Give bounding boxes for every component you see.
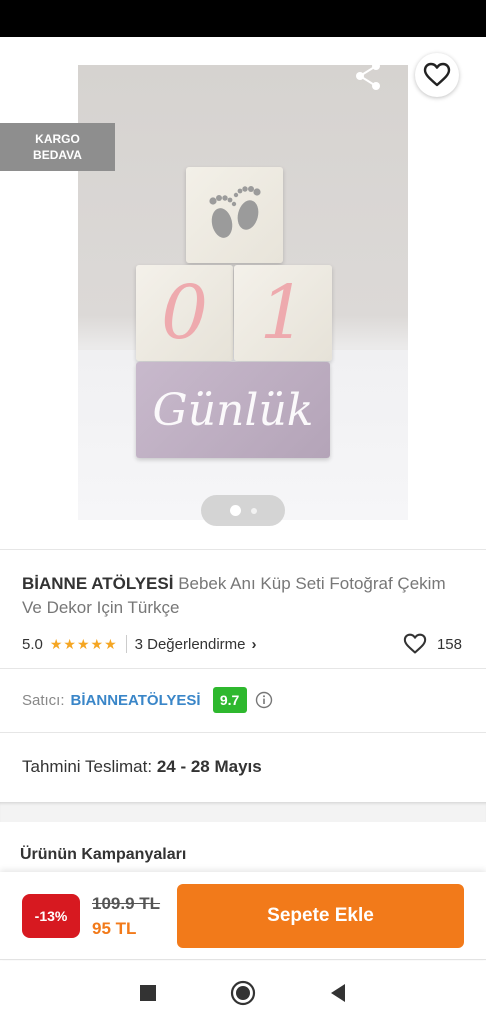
divider (0, 549, 486, 550)
divider (0, 732, 486, 733)
cube-word: Günlük (136, 362, 330, 458)
reviews-link[interactable]: 3 Değerlendirme (135, 636, 246, 653)
rating-stars: ★★★★★ (49, 635, 118, 652)
favorite-count[interactable]: 158 (403, 632, 462, 656)
nav-back-button[interactable] (323, 978, 353, 1008)
cube-footprints (186, 167, 283, 263)
gallery-pagination[interactable] (201, 495, 285, 526)
heart-outline-icon (403, 633, 427, 654)
cube-word-text: Günlük (152, 384, 314, 436)
system-navigation-bar (0, 961, 486, 1024)
seller-row: Satıcı: BİANNEATÖLYESİ 9.7 (22, 686, 273, 714)
favorite-count-value: 158 (436, 635, 462, 653)
cube-digit-left: 0 (136, 265, 233, 361)
share-button[interactable] (348, 57, 388, 97)
digit-left: 0 (160, 270, 209, 356)
badge-line1: KARGO (35, 132, 80, 146)
share-icon (356, 62, 380, 90)
product-title: BİANNE ATÖLYESİ Bebek Anı Küp Seti Fotoğ… (22, 572, 462, 620)
circle-icon (230, 980, 256, 1005)
home-button[interactable] (228, 978, 258, 1008)
add-to-cart-button[interactable]: Sepete Ekle (177, 884, 464, 948)
seller-name-link[interactable]: BİANNEATÖLYESİ (71, 692, 201, 709)
badge-line2: BEDAVA (33, 148, 82, 162)
favorite-button[interactable] (415, 53, 459, 97)
divider (0, 668, 486, 669)
seller-score-badge: 9.7 (212, 687, 247, 713)
status-bar (0, 0, 486, 37)
delivery-estimate: Tahmini Teslimat: 24 - 28 Mayıs (22, 757, 262, 777)
rating-row: 5.0 ★★★★★ 3 Değerlendirme › 158 (22, 632, 462, 656)
triangle-back-icon (331, 983, 346, 1002)
seller-label: Satıcı: (22, 691, 65, 709)
discount-badge: -13% (22, 894, 80, 938)
delivery-date: 24 - 28 Mayıs (156, 757, 262, 776)
info-icon[interactable] (255, 691, 273, 709)
heart-outline-icon (423, 62, 451, 87)
gallery-dot[interactable] (250, 507, 257, 514)
brand-name[interactable]: BİANNE ATÖLYESİ (22, 574, 173, 593)
back-button[interactable] (22, 57, 62, 97)
free-shipping-badge: KARGO BEDAVA (0, 123, 115, 171)
baby-feet-icon (209, 186, 261, 238)
product-image[interactable]: 0 1 Günlük (78, 65, 408, 520)
recents-button[interactable] (133, 978, 163, 1008)
section-gap (0, 802, 486, 822)
gallery-dot-active[interactable] (229, 505, 241, 516)
rating-value: 5.0 (22, 635, 43, 653)
current-price: 95 TL (92, 919, 137, 938)
campaigns-heading: Ürünün Kampanyaları (20, 846, 187, 863)
delivery-label: Tahmini Teslimat: (22, 757, 153, 776)
product-gallery[interactable]: 0 1 Günlük KARGO BEDAVA (0, 37, 486, 549)
digit-right: 1 (259, 270, 307, 356)
arrow-left-icon (31, 66, 54, 86)
purchase-bar: -13% 109.9 TL 95 TL Sepete Ekle (0, 872, 486, 960)
old-price: 109.9 TL (92, 894, 161, 913)
chevron-right-icon[interactable]: › (252, 636, 257, 653)
square-icon (139, 984, 156, 1001)
separator (125, 635, 127, 653)
cube-digit-right: 1 (234, 265, 332, 361)
